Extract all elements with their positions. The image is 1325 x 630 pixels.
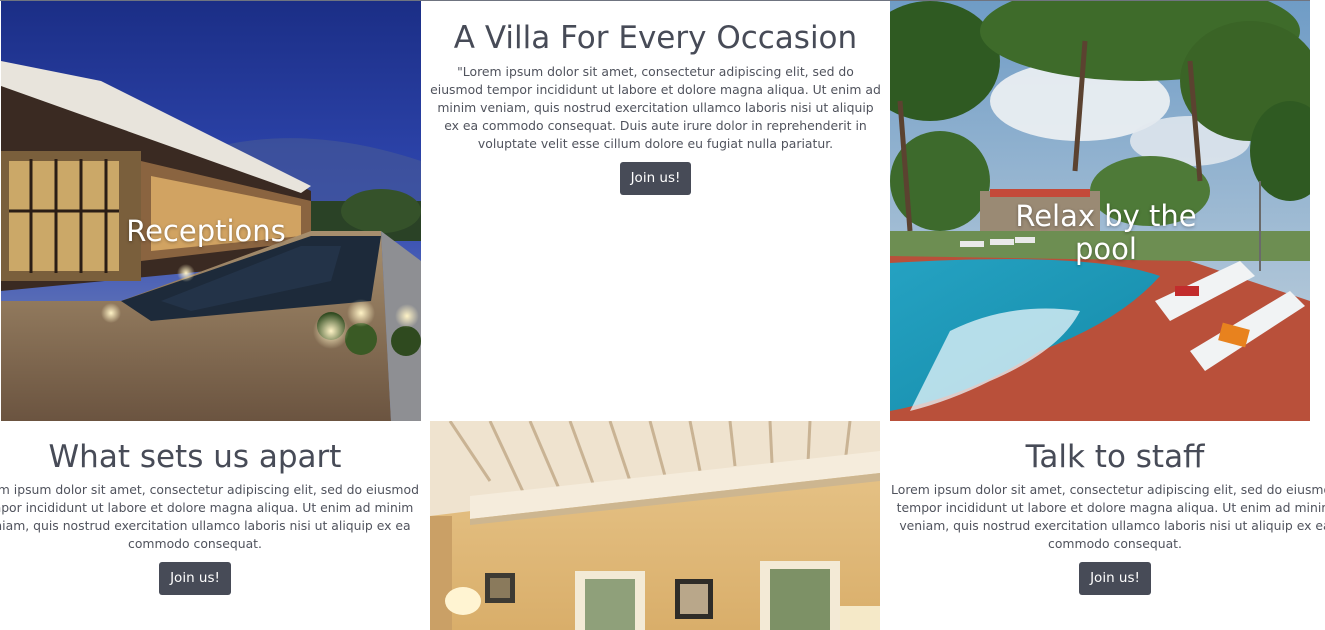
staff-text-tile: Talk to staff Lorem ipsum dolor sit amet… bbox=[880, 421, 1325, 630]
villa-join-button[interactable]: Join us! bbox=[619, 162, 692, 195]
villa-text-tile: A Villa For Every Occasion "Lorem ipsum … bbox=[421, 1, 890, 421]
staff-join-button[interactable]: Join us! bbox=[1079, 562, 1151, 595]
room-photo bbox=[430, 421, 880, 630]
villa-heading: A Villa For Every Occasion bbox=[453, 20, 858, 56]
apart-body-text: Lorem ipsum dolor sit amet, consectetur … bbox=[0, 482, 419, 551]
receptions-tile[interactable]: Receptions bbox=[1, 1, 421, 421]
staff-heading: Talk to staff bbox=[1025, 439, 1205, 475]
room-tile bbox=[430, 421, 880, 630]
pool-overlay-title: Relax by the pool bbox=[1015, 199, 1197, 266]
apart-join-button[interactable]: Join us! bbox=[159, 562, 231, 595]
staff-body-text: Lorem ipsum dolor sit amet, consectetur … bbox=[891, 482, 1325, 551]
apart-heading: What sets us apart bbox=[48, 439, 342, 475]
receptions-overlay-title: Receptions bbox=[126, 214, 286, 248]
villa-body-text: "Lorem ipsum dolor sit amet, consectetur… bbox=[430, 64, 881, 151]
apart-text-tile: What sets us apart Lorem ipsum dolor sit… bbox=[0, 421, 430, 630]
pool-tile[interactable]: Relax by the pool bbox=[890, 1, 1310, 421]
receptions-photo bbox=[1, 1, 421, 421]
